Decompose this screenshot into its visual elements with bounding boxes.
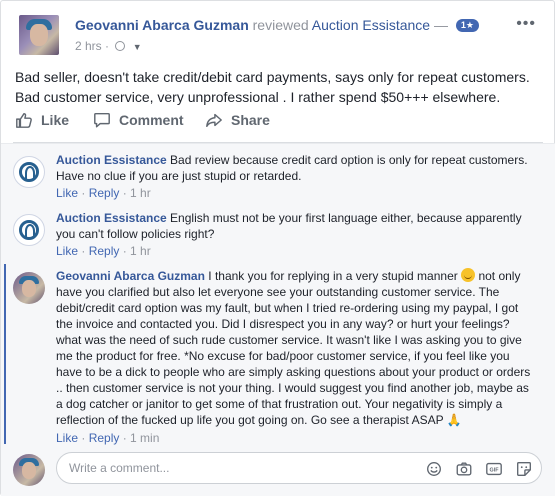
comment-text-continued: not only have you clarified but also let… <box>56 269 531 427</box>
meta-separator: · <box>78 431 89 445</box>
comment-item: Auction Essistance Bad review because cr… <box>13 152 533 204</box>
post-action-bar: Like Comment Share <box>13 109 543 137</box>
comment-item: Auction Essistance English must not be y… <box>13 210 533 262</box>
comment-like-link[interactable]: Like <box>56 431 78 445</box>
comment-input[interactable]: Write a comment... GIF <box>56 452 542 484</box>
emoji-icon[interactable] <box>425 460 443 478</box>
gif-icon[interactable]: GIF <box>485 460 503 478</box>
comment-button[interactable]: Comment <box>93 111 184 129</box>
post-header: Geovanni Abarca Guzman reviewed Auction … <box>13 11 542 57</box>
svg-text:GIF: GIF <box>490 468 500 474</box>
author-avatar[interactable] <box>19 15 59 55</box>
chevron-down-icon[interactable]: ▼ <box>133 42 142 52</box>
comment-input-placeholder: Write a comment... <box>69 461 170 475</box>
sticker-icon[interactable] <box>515 460 533 478</box>
comment-reply-link[interactable]: Reply <box>89 186 120 200</box>
write-comment-row: Write a comment... GIF <box>13 450 543 490</box>
comment-meta: Like · Reply · 1 min <box>56 431 159 445</box>
comment-body: Auction Essistance English must not be y… <box>56 210 534 242</box>
comment-meta: Like · Reply · 1 hr <box>56 186 151 200</box>
comment-time[interactable]: · 1 min <box>119 431 160 445</box>
comment-author-link[interactable]: Geovanni Abarca Guzman <box>56 269 205 283</box>
post-author-link[interactable]: Geovanni Abarca Guzman <box>75 17 249 33</box>
post-body-text: Bad seller, doesn't take credit/debit ca… <box>15 69 530 105</box>
comment-author-link[interactable]: Auction Essistance <box>56 211 167 225</box>
share-button[interactable]: Share <box>205 111 270 129</box>
comment-body: Geovanni Abarca Guzman I thank you for r… <box>56 268 534 428</box>
title-dash: — <box>433 17 448 33</box>
pray-emoji-icon: 🙏 <box>446 413 462 427</box>
meta-separator: · <box>78 244 89 258</box>
comment-reply-link[interactable]: Reply <box>89 244 120 258</box>
share-icon <box>206 113 222 128</box>
user-avatar[interactable] <box>13 272 45 304</box>
post-timestamp[interactable]: 2 hrs · <box>75 39 109 53</box>
current-user-avatar[interactable] <box>13 454 45 486</box>
comment-time[interactable]: · 1 hr <box>119 244 151 258</box>
comment-input-tools: GIF <box>425 460 533 478</box>
comment-author-link[interactable]: Auction Essistance <box>56 153 167 167</box>
comment-label: Comment <box>119 112 184 128</box>
like-icon <box>16 112 32 128</box>
comment-like-link[interactable]: Like <box>56 186 78 200</box>
page-avatar[interactable] <box>13 214 45 246</box>
rating-badge: 1★ <box>455 19 479 32</box>
meta-separator: · <box>78 186 89 200</box>
comment-meta: Like · Reply · 1 hr <box>56 244 151 258</box>
comment-body: Auction Essistance Bad review because cr… <box>56 152 534 184</box>
share-label: Share <box>231 112 270 128</box>
comment-reply-link[interactable]: Reply <box>89 431 120 445</box>
comment-text: I thank you for replying in a very stupi… <box>208 269 458 283</box>
like-button[interactable]: Like <box>15 111 69 129</box>
comment-time[interactable]: · 1 hr <box>119 186 151 200</box>
reviewed-page-link[interactable]: Auction Essistance <box>312 17 430 33</box>
comments-section: Auction Essistance Bad review because cr… <box>1 143 555 496</box>
like-label: Like <box>41 112 70 128</box>
comment-like-link[interactable]: Like <box>56 244 78 258</box>
reviewed-text: reviewed <box>252 17 309 33</box>
comment-item: Geovanni Abarca Guzman I thank you for r… <box>4 264 534 448</box>
globe-icon <box>115 41 126 51</box>
review-post-card: Geovanni Abarca Guzman reviewed Auction … <box>0 0 555 496</box>
post-meta: 2 hrs · ▼ <box>75 39 142 53</box>
camera-icon[interactable] <box>455 460 473 478</box>
more-icon[interactable]: ••• <box>516 15 536 33</box>
post-title-line: Geovanni Abarca Guzman reviewed Auction … <box>75 17 479 33</box>
smile-emoji-icon <box>461 268 476 282</box>
page-avatar[interactable] <box>13 156 45 188</box>
comment-icon <box>94 112 110 128</box>
